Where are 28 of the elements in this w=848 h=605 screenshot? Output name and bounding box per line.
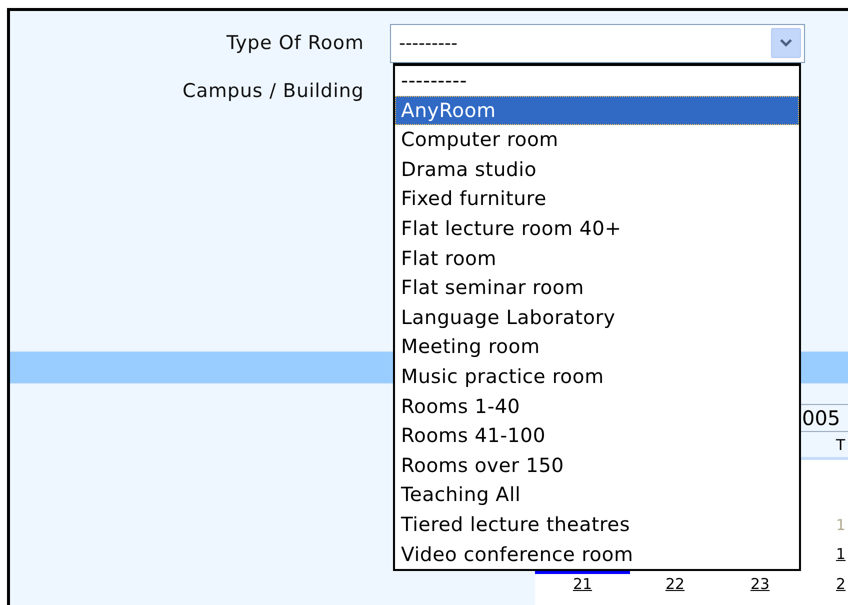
dropdown-option[interactable]: Rooms 41-100 [395,421,799,451]
chevron-down-icon [771,28,801,58]
dropdown-option[interactable]: Meeting room [395,332,799,362]
dropdown-option[interactable]: Drama studio [395,154,799,184]
calendar-day[interactable]: 22 [630,569,720,605]
dropdown-option[interactable]: Music practice room [395,362,799,392]
calendar-day[interactable]: 1 [800,540,848,569]
dropdown-option[interactable]: Rooms 1-40 [395,392,799,422]
dropdown-option[interactable]: Teaching All [395,480,799,510]
dropdown-option[interactable]: Tiered lecture theatres [395,510,799,540]
calendar-day[interactable]: 21 [535,569,630,605]
field-label: Campus / Building [182,78,365,104]
calendar-day[interactable]: 23 [720,569,800,605]
dropdown-option[interactable]: Fixed furniture [395,184,799,214]
dropdown-option[interactable]: Language Laboratory [395,302,799,332]
dropdown-option[interactable]: Flat seminar room [395,273,799,303]
weekday-header: T [800,432,848,460]
type-of-room-select[interactable]: --------- [390,24,805,62]
dropdown-option[interactable]: --------- [395,66,799,96]
dropdown-option[interactable]: Video conference room [395,540,799,570]
year-field[interactable]: 005 [800,404,848,432]
dropdown-option[interactable]: AnyRoom [395,96,799,126]
dropdown-option[interactable]: Flat room [395,244,799,274]
dropdown-option[interactable]: Flat lecture room 40+ [395,214,799,244]
field-label: Type Of Room [226,30,365,56]
dropdown-option[interactable]: Computer room [395,125,799,155]
dropdown-option[interactable]: Rooms over 150 [395,450,799,480]
calendar-day[interactable]: 2 [800,569,848,605]
